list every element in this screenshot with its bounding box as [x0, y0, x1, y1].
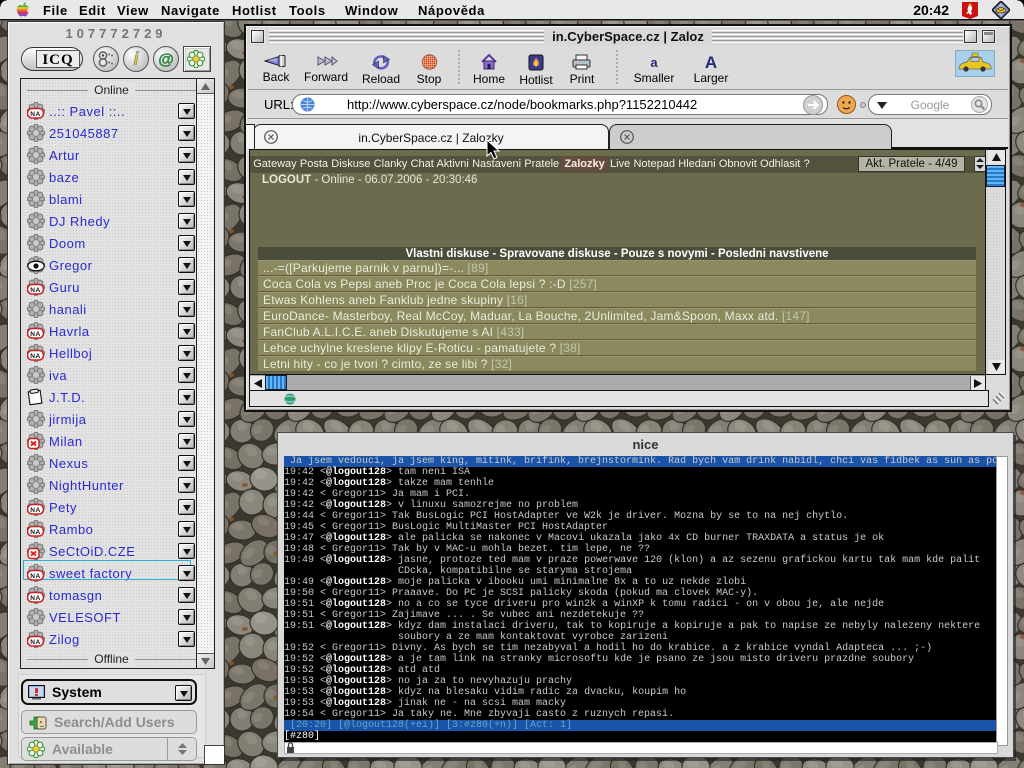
svg-text:A: A	[705, 54, 717, 69]
svg-text:a: a	[650, 55, 658, 69]
svg-text:@: @	[158, 52, 174, 69]
svg-text:i: i	[133, 50, 139, 68]
